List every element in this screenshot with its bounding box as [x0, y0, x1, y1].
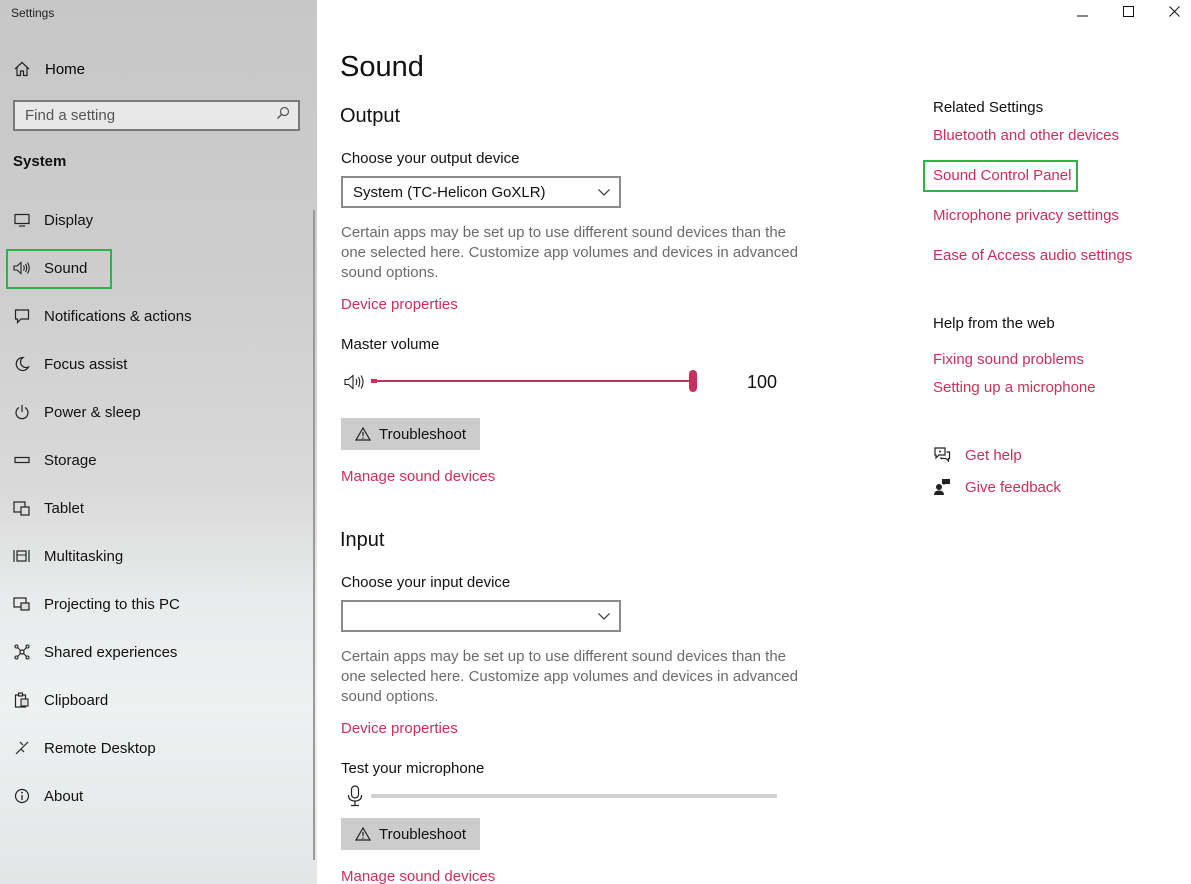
sidebar-item-shared-experiences[interactable]: Shared experiences: [12, 641, 177, 663]
sidebar-item-label: Storage: [44, 451, 97, 469]
close-icon: [1168, 4, 1180, 22]
help-from-web-title: Help from the web: [933, 315, 1055, 332]
multitasking-icon: [12, 546, 32, 566]
search-placeholder: Find a setting: [25, 107, 116, 124]
search-input[interactable]: Find a setting: [13, 100, 300, 131]
display-icon: [12, 210, 32, 230]
sidebar-item-label: Power & sleep: [44, 403, 141, 421]
sidebar-item-tablet[interactable]: Tablet: [12, 497, 84, 519]
input-manage-devices-link[interactable]: Manage sound devices: [341, 868, 495, 884]
search-icon: [276, 106, 290, 125]
shared-icon: [12, 642, 32, 662]
bluetooth-devices-link[interactable]: Bluetooth and other devices: [933, 127, 1119, 144]
sidebar-item-label: About: [44, 787, 84, 805]
master-volume-slider-track[interactable]: [371, 380, 693, 382]
page-title: Sound: [340, 51, 424, 83]
output-device-properties-link[interactable]: Device properties: [341, 296, 458, 313]
maximize-icon: [1122, 4, 1134, 22]
feedback-icon: [933, 478, 951, 496]
get-help-link[interactable]: Get help: [965, 447, 1022, 464]
sidebar-item-multitasking[interactable]: Multitasking: [12, 545, 123, 567]
volume-icon[interactable]: [344, 374, 366, 395]
output-manage-devices-link[interactable]: Manage sound devices: [341, 468, 495, 485]
sidebar-item-clipboard[interactable]: Clipboard: [12, 689, 108, 711]
power-icon: [12, 402, 32, 422]
sidebar-item-label: Display: [44, 211, 94, 229]
settings-window: Settings Home Find a setting System Disp…: [0, 0, 1191, 884]
master-volume-slider-start: [371, 379, 377, 383]
warning-icon: [355, 427, 371, 441]
output-troubleshoot-button[interactable]: Troubleshoot: [341, 418, 480, 450]
selection-highlight-box: [6, 249, 112, 289]
sidebar-item-label: Clipboard: [44, 691, 109, 709]
notification-icon: [12, 306, 32, 326]
projecting-icon: [12, 594, 32, 614]
output-note: Certain apps may be set up to use differ…: [341, 224, 798, 281]
tablet-icon: [12, 498, 32, 518]
sidebar-home[interactable]: Home: [12, 59, 85, 79]
input-troubleshoot-button[interactable]: Troubleshoot: [341, 818, 480, 850]
storage-icon: [12, 450, 32, 470]
sidebar-item-display[interactable]: Display: [12, 209, 93, 231]
sidebar-item-label: Tablet: [44, 499, 85, 517]
warning-icon: [355, 827, 371, 841]
sound-control-panel-link[interactable]: Sound Control Panel: [933, 167, 1071, 184]
section-title: System: [13, 153, 67, 170]
close-button[interactable]: [1151, 0, 1191, 26]
moon-icon: [12, 354, 32, 374]
output-device-dropdown[interactable]: System (TC-Helicon GoXLR): [341, 176, 621, 208]
sidebar-item-label: Notifications & actions: [44, 307, 192, 325]
master-volume-label: Master volume: [341, 336, 440, 353]
microphone-level-bar: [371, 794, 777, 798]
sidebar-item-label: Shared experiences: [44, 643, 178, 661]
input-heading: Input: [340, 529, 385, 551]
troubleshoot-label: Troubleshoot: [379, 425, 466, 443]
fixing-sound-problems-link[interactable]: Fixing sound problems: [933, 351, 1084, 368]
maximize-button[interactable]: [1105, 0, 1151, 26]
home-icon: [12, 61, 32, 77]
input-device-label: Choose your input device: [341, 574, 511, 591]
sidebar-item-label: Remote Desktop: [44, 739, 156, 757]
ease-of-access-audio-link[interactable]: Ease of Access audio settings: [933, 247, 1132, 264]
app-title: Settings: [11, 6, 55, 20]
sidebar-item-power-sleep[interactable]: Power & sleep: [12, 401, 141, 423]
clipboard-icon: [12, 690, 32, 710]
remote-desktop-icon: [12, 738, 32, 758]
sidebar-item-about[interactable]: About: [12, 785, 83, 807]
master-volume-slider-thumb[interactable]: [689, 370, 697, 392]
master-volume-value: 100: [747, 372, 778, 392]
output-device-value: System (TC-Helicon GoXLR): [353, 183, 546, 201]
sidebar-item-focus-assist[interactable]: Focus assist: [12, 353, 127, 375]
info-icon: [12, 786, 32, 806]
input-note: Certain apps may be set up to use differ…: [341, 648, 798, 705]
sidebar: Settings Home Find a setting System Disp…: [0, 0, 317, 884]
test-microphone-label: Test your microphone: [341, 760, 485, 777]
home-label: Home: [45, 60, 86, 78]
output-device-label: Choose your output device: [341, 150, 520, 167]
microphone-privacy-link[interactable]: Microphone privacy settings: [933, 207, 1119, 224]
sidebar-item-label: Projecting to this PC: [44, 595, 180, 613]
give-feedback-link[interactable]: Give feedback: [965, 479, 1061, 496]
troubleshoot-label: Troubleshoot: [379, 825, 466, 843]
sidebar-item-remote-desktop[interactable]: Remote Desktop: [12, 737, 156, 759]
sidebar-item-notifications[interactable]: Notifications & actions: [12, 305, 192, 327]
related-settings-title: Related Settings: [933, 99, 1044, 116]
sidebar-scrollbar[interactable]: [313, 210, 315, 860]
get-help-row[interactable]: Get help: [933, 445, 1022, 465]
get-help-icon: [933, 446, 951, 464]
sidebar-item-label: Focus assist: [44, 355, 128, 373]
minimize-button[interactable]: [1059, 0, 1105, 26]
input-device-dropdown[interactable]: [341, 600, 621, 632]
setting-up-microphone-link[interactable]: Setting up a microphone: [933, 379, 1096, 396]
chevron-down-icon: [597, 185, 611, 203]
give-feedback-row[interactable]: Give feedback: [933, 477, 1061, 497]
sidebar-item-storage[interactable]: Storage: [12, 449, 97, 471]
microphone-icon: [347, 785, 363, 812]
sidebar-item-projecting[interactable]: Projecting to this PC: [12, 593, 180, 615]
output-heading: Output: [340, 105, 401, 127]
chevron-down-icon: [597, 609, 611, 627]
minimize-icon: [1076, 4, 1088, 22]
input-device-properties-link[interactable]: Device properties: [341, 720, 458, 737]
sidebar-item-label: Multitasking: [44, 547, 124, 565]
